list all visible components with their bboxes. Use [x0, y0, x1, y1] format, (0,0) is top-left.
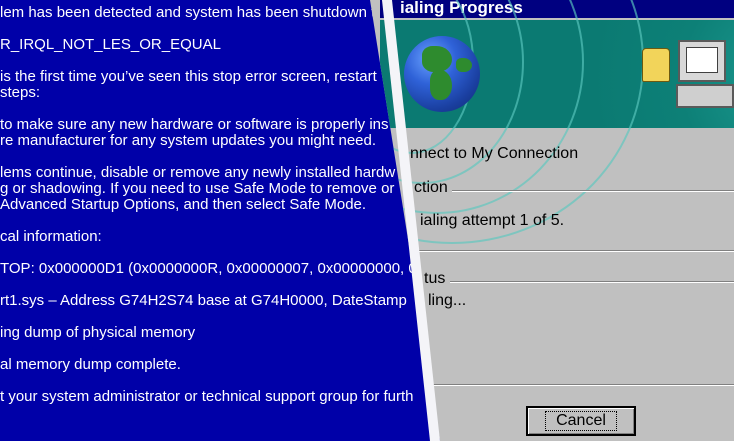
connection-group-border	[452, 190, 734, 192]
cancel-button-label: Cancel	[545, 411, 617, 431]
bsod-line: al memory dump complete.	[0, 356, 181, 373]
dialing-attempt-text: ialing attempt 1 of 5.	[420, 212, 565, 229]
status-group-bottom	[426, 384, 734, 386]
connection-group-bottom	[414, 250, 734, 252]
bsod-line: rt1.sys – Address G74H2S74 base at G74H0…	[0, 292, 407, 309]
status-text: ling...	[428, 292, 467, 309]
bsod-line: cal information:	[0, 228, 102, 245]
connection-group-label: ction	[414, 179, 448, 196]
bsod-line: t your system administrator or technical…	[0, 388, 414, 405]
bsod-line: re manufacturer for any system updates y…	[0, 132, 377, 149]
bsod-line: Advanced Startup Options, and then selec…	[0, 196, 367, 213]
bsod-line: ing dump of physical memory	[0, 324, 196, 341]
bsod-line: lems continue, disable or remove any new…	[0, 164, 396, 181]
bsod-line: is the first time you’ve seen this stop …	[0, 68, 377, 85]
status-group-label: tus	[424, 270, 446, 287]
bsod-line: TOP: 0x000000D1 (0x0000000R, 0x00000007,…	[0, 260, 417, 277]
bsod-line: g or shadowing. If you need to use Safe …	[0, 180, 395, 197]
telephone-icon	[642, 48, 670, 82]
connect-label: nnect to My Connection	[410, 145, 579, 162]
bsod-line: R_IRQL_NOT_LES_OR_EQUAL	[0, 36, 221, 53]
bsod-line: to make sure any new hardware or softwar…	[0, 116, 389, 133]
computer-icon	[676, 40, 734, 108]
bsod-line: steps:	[0, 84, 41, 101]
globe-icon	[404, 36, 480, 112]
status-group-border	[450, 281, 734, 283]
cancel-button[interactable]: Cancel	[526, 406, 636, 436]
bsod-line: lem has been detected and system has bee…	[0, 4, 376, 21]
